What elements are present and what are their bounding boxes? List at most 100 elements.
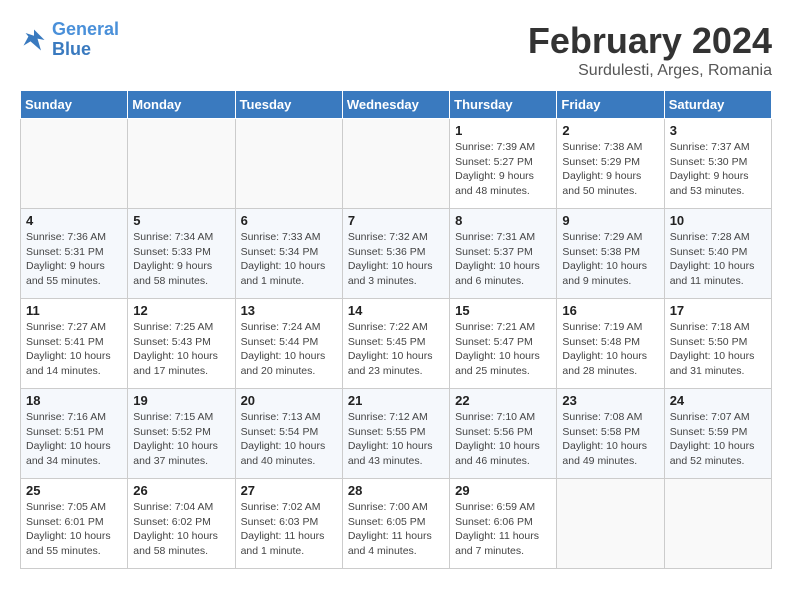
header-monday: Monday: [128, 91, 235, 119]
calendar-cell: 1Sunrise: 7:39 AMSunset: 5:27 PMDaylight…: [450, 119, 557, 209]
day-info: Sunrise: 7:18 AMSunset: 5:50 PMDaylight:…: [670, 320, 766, 379]
day-info: Sunrise: 7:22 AMSunset: 5:45 PMDaylight:…: [348, 320, 444, 379]
calendar-cell: [128, 119, 235, 209]
day-number: 23: [562, 393, 658, 408]
header-friday: Friday: [557, 91, 664, 119]
day-info: Sunrise: 7:16 AMSunset: 5:51 PMDaylight:…: [26, 410, 122, 469]
calendar-cell: 28 Sunrise: 7:00 AMSunset: 6:05 PMDayligh…: [342, 479, 449, 569]
day-number: 8: [455, 213, 551, 228]
day-number: 10: [670, 213, 766, 228]
day-info: Sunrise: 7:08 AMSunset: 5:58 PMDaylight:…: [562, 410, 658, 469]
calendar-cell: 18 Sunrise: 7:16 AMSunset: 5:51 PMDayligh…: [21, 389, 128, 479]
calendar-cell: [21, 119, 128, 209]
calendar-cell: [235, 119, 342, 209]
calendar-table: SundayMondayTuesdayWednesdayThursdayFrid…: [20, 90, 772, 569]
day-info: Sunrise: 7:02 AMSunset: 6:03 PMDaylight:…: [241, 500, 337, 559]
day-number: 4: [26, 213, 122, 228]
day-info: Sunrise: 7:29 AMSunset: 5:38 PMDaylight:…: [562, 230, 658, 289]
day-number: 20: [241, 393, 337, 408]
calendar-cell: 26 Sunrise: 7:04 AMSunset: 6:02 PMDayligh…: [128, 479, 235, 569]
day-number: 24: [670, 393, 766, 408]
calendar-cell: 20Sunrise: 7:13 AMSunset: 5:54 PMDayligh…: [235, 389, 342, 479]
day-info: Sunrise: 7:28 AMSunset: 5:40 PMDaylight:…: [670, 230, 766, 289]
header-sunday: Sunday: [21, 91, 128, 119]
calendar-cell: [342, 119, 449, 209]
calendar-cell: 4 Sunrise: 7:36 AMSunset: 5:31 PMDaylight…: [21, 209, 128, 299]
calendar-cell: 2 Sunrise: 7:38 AMSunset: 5:29 PMDaylight…: [557, 119, 664, 209]
calendar-cell: 3 Sunrise: 7:37 AMSunset: 5:30 PMDaylight…: [664, 119, 771, 209]
day-info: Sunrise: 7:32 AMSunset: 5:36 PMDaylight:…: [348, 230, 444, 289]
title-area: February 2024 Surdulesti, Arges, Romania: [528, 20, 772, 80]
day-number: 18: [26, 393, 122, 408]
calendar-cell: 27 Sunrise: 7:02 AMSunset: 6:03 PMDayligh…: [235, 479, 342, 569]
day-number: 15: [455, 303, 551, 318]
calendar-cell: 16 Sunrise: 7:19 AMSunset: 5:48 PMDayligh…: [557, 299, 664, 389]
calendar-cell: 15Sunrise: 7:21 AMSunset: 5:47 PMDayligh…: [450, 299, 557, 389]
header-saturday: Saturday: [664, 91, 771, 119]
day-number: 11: [26, 303, 122, 318]
calendar-cell: 29 Sunrise: 6:59 AMSunset: 6:06 PMDayligh…: [450, 479, 557, 569]
day-info: Sunrise: 7:07 AMSunset: 5:59 PMDaylight:…: [670, 410, 766, 469]
day-number: 7: [348, 213, 444, 228]
calendar-cell: [557, 479, 664, 569]
calendar-cell: 8Sunrise: 7:31 AMSunset: 5:37 PMDaylight…: [450, 209, 557, 299]
calendar-week-5: 25 Sunrise: 7:05 AMSunset: 6:01 PMDayligh…: [21, 479, 772, 569]
day-info: Sunrise: 7:19 AMSunset: 5:48 PMDaylight:…: [562, 320, 658, 379]
calendar-cell: 23 Sunrise: 7:08 AMSunset: 5:58 PMDayligh…: [557, 389, 664, 479]
day-number: 16: [562, 303, 658, 318]
calendar-header-row: SundayMondayTuesdayWednesdayThursdayFrid…: [21, 91, 772, 119]
day-number: 17: [670, 303, 766, 318]
calendar-cell: 14 Sunrise: 7:22 AMSunset: 5:45 PMDayligh…: [342, 299, 449, 389]
location-subtitle: Surdulesti, Arges, Romania: [528, 62, 772, 80]
logo-icon: [20, 26, 48, 54]
day-number: 29: [455, 483, 551, 498]
calendar-cell: 19 Sunrise: 7:15 AMSunset: 5:52 PMDayligh…: [128, 389, 235, 479]
calendar-cell: 24 Sunrise: 7:07 AMSunset: 5:59 PMDayligh…: [664, 389, 771, 479]
header-thursday: Thursday: [450, 91, 557, 119]
day-info: Sunrise: 7:38 AMSunset: 5:29 PMDaylight:…: [562, 140, 658, 199]
day-number: 1: [455, 123, 551, 138]
day-number: 28: [348, 483, 444, 498]
calendar-cell: 17 Sunrise: 7:18 AMSunset: 5:50 PMDayligh…: [664, 299, 771, 389]
day-info: Sunrise: 7:33 AMSunset: 5:34 PMDaylight:…: [241, 230, 337, 289]
calendar-cell: 10 Sunrise: 7:28 AMSunset: 5:40 PMDayligh…: [664, 209, 771, 299]
header: General Blue February 2024 Surdulesti, A…: [20, 20, 772, 80]
day-number: 27: [241, 483, 337, 498]
day-info: Sunrise: 7:00 AMSunset: 6:05 PMDaylight:…: [348, 500, 444, 559]
calendar-week-1: 1Sunrise: 7:39 AMSunset: 5:27 PMDaylight…: [21, 119, 772, 209]
calendar-cell: 6 Sunrise: 7:33 AMSunset: 5:34 PMDaylight…: [235, 209, 342, 299]
day-info: Sunrise: 7:15 AMSunset: 5:52 PMDaylight:…: [133, 410, 229, 469]
day-info: Sunrise: 7:37 AMSunset: 5:30 PMDaylight:…: [670, 140, 766, 199]
calendar-cell: 9 Sunrise: 7:29 AMSunset: 5:38 PMDaylight…: [557, 209, 664, 299]
calendar-cell: 22 Sunrise: 7:10 AMSunset: 5:56 PMDayligh…: [450, 389, 557, 479]
logo: General Blue: [20, 20, 119, 60]
calendar-week-3: 11Sunrise: 7:27 AMSunset: 5:41 PMDayligh…: [21, 299, 772, 389]
day-number: 3: [670, 123, 766, 138]
day-info: Sunrise: 7:10 AMSunset: 5:56 PMDaylight:…: [455, 410, 551, 469]
day-number: 21: [348, 393, 444, 408]
day-number: 6: [241, 213, 337, 228]
day-number: 25: [26, 483, 122, 498]
day-number: 14: [348, 303, 444, 318]
day-info: Sunrise: 7:25 AMSunset: 5:43 PMDaylight:…: [133, 320, 229, 379]
day-number: 13: [241, 303, 337, 318]
day-number: 26: [133, 483, 229, 498]
day-info: Sunrise: 7:05 AMSunset: 6:01 PMDaylight:…: [26, 500, 122, 559]
logo-text: General Blue: [52, 20, 119, 60]
calendar-cell: 21 Sunrise: 7:12 AMSunset: 5:55 PMDayligh…: [342, 389, 449, 479]
day-number: 19: [133, 393, 229, 408]
day-info: Sunrise: 7:12 AMSunset: 5:55 PMDaylight:…: [348, 410, 444, 469]
day-info: Sunrise: 7:04 AMSunset: 6:02 PMDaylight:…: [133, 500, 229, 559]
day-number: 9: [562, 213, 658, 228]
day-number: 2: [562, 123, 658, 138]
calendar-cell: [664, 479, 771, 569]
calendar-cell: 7 Sunrise: 7:32 AMSunset: 5:36 PMDaylight…: [342, 209, 449, 299]
day-info: Sunrise: 6:59 AMSunset: 6:06 PMDaylight:…: [455, 500, 551, 559]
header-tuesday: Tuesday: [235, 91, 342, 119]
logo-line1: General: [52, 19, 119, 39]
calendar-cell: 12Sunrise: 7:25 AMSunset: 5:43 PMDayligh…: [128, 299, 235, 389]
day-number: 22: [455, 393, 551, 408]
logo-line2: Blue: [52, 39, 91, 59]
day-info: Sunrise: 7:36 AMSunset: 5:31 PMDaylight:…: [26, 230, 122, 289]
calendar-week-4: 18 Sunrise: 7:16 AMSunset: 5:51 PMDayligh…: [21, 389, 772, 479]
